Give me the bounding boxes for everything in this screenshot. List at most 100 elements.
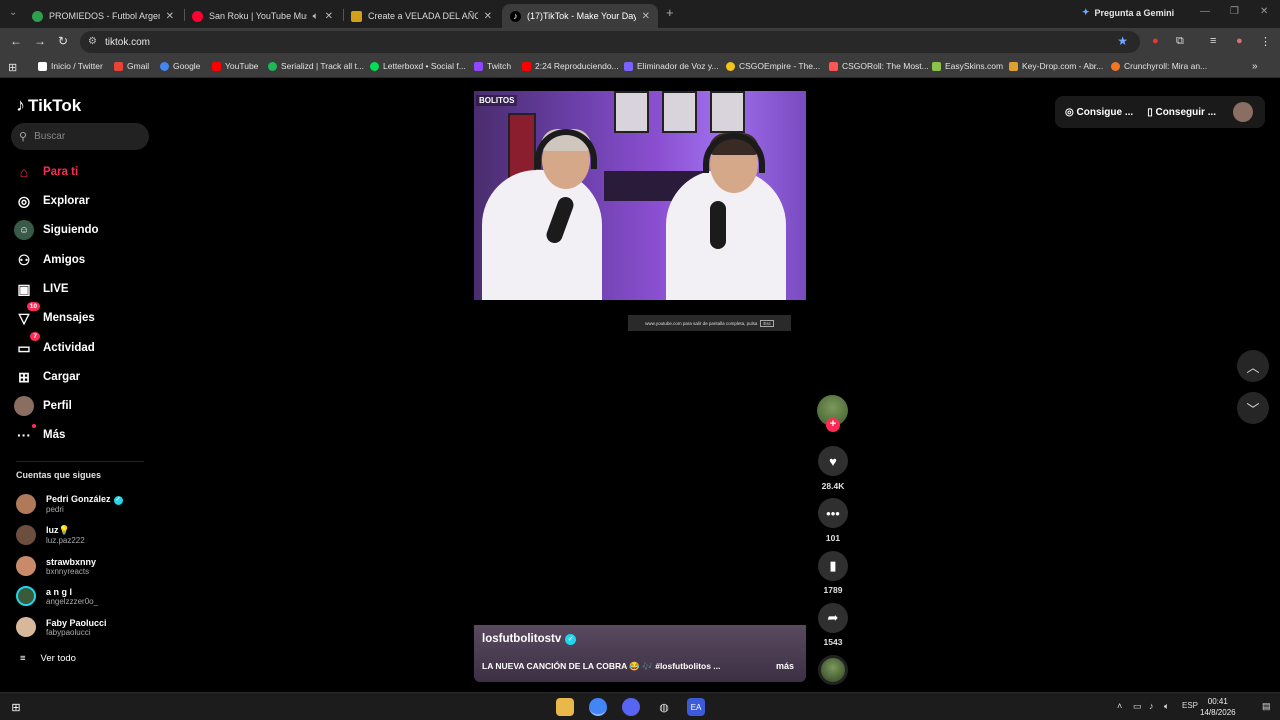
close-icon[interactable]: ✕ — [325, 11, 333, 22]
tab-youtube-music[interactable]: San Roku | YouTube Music 🔈︎ ✕ — [184, 4, 341, 28]
close-icon[interactable]: ✕ — [642, 11, 650, 22]
file-explorer-icon[interactable] — [556, 698, 574, 716]
bookmark-serializd[interactable]: Serializd | Track all t... — [268, 61, 364, 71]
new-tab-button[interactable]: + — [666, 5, 674, 20]
following-account[interactable]: luz💡 luz.paz222 — [16, 525, 85, 545]
tiktok-page: ♪ TikTok ⚲ Buscar ⌂ Para ti ◎ Explorar ☺… — [0, 78, 1280, 692]
forward-arrow-icon[interactable]: → — [34, 34, 46, 48]
back-arrow-icon[interactable]: ← — [10, 34, 22, 48]
video-player[interactable]: BOLITOS — [474, 91, 806, 300]
close-icon[interactable]: ✕ — [484, 11, 492, 22]
avatar — [16, 617, 36, 637]
steam-icon[interactable]: ◍ — [655, 698, 673, 716]
bookmark-icon[interactable]: ▮ — [818, 551, 848, 581]
tab-search-icon[interactable]: ⌄ — [9, 7, 17, 18]
x-logo-icon — [38, 61, 47, 71]
tab-create-velada[interactable]: Create a VELADA DEL AÑO #Pe ✕ — [343, 4, 500, 28]
following-account[interactable]: a n g l angelzzzer0o_ — [16, 586, 98, 606]
next-video-chevron-down-icon[interactable]: ﹀ — [1237, 392, 1269, 424]
share-arrow-icon[interactable]: ➦ — [818, 603, 848, 633]
gemini-button[interactable]: ✦ Pregunta a Gemini — [1082, 7, 1174, 18]
site-info-icon[interactable]: ⚙ — [88, 36, 97, 47]
profile-avatar-icon[interactable]: ● — [1236, 35, 1243, 47]
twitch-icon — [474, 61, 483, 71]
sidebar-item-live[interactable]: ▣ LIVE — [14, 279, 68, 299]
bookmark-crunchyroll[interactable]: Crunchyroll: Mira an... — [1111, 61, 1207, 71]
get-app-button[interactable]: ▯ Conseguir ... — [1147, 107, 1216, 118]
following-icon: ☺ — [14, 220, 34, 240]
bookmark-csgoempire[interactable]: CSGOEmpire - The... — [726, 61, 820, 71]
sidebar-item-cargar[interactable]: ⊞ Cargar — [14, 367, 80, 387]
window-close-button[interactable]: ✕ — [1260, 6, 1268, 17]
follow-plus-icon[interactable]: + — [826, 418, 840, 432]
sidebar-item-actividad[interactable]: ▭ 7 Actividad — [14, 332, 95, 358]
sidebar-item-mensajes[interactable]: ▽ 10 Mensajes — [14, 302, 95, 328]
previous-video-chevron-up-icon[interactable]: ︿ — [1237, 350, 1269, 382]
user-avatar[interactable] — [1233, 102, 1253, 122]
speaker-icon[interactable]: 🔈︎ — [313, 11, 319, 22]
chrome-icon[interactable] — [589, 698, 607, 716]
browser-toolbar: ← → ↻ ⚙ tiktok.com ★ ● ⧉ ≡ ● ⋮ — [0, 28, 1280, 56]
extensions-puzzle-icon[interactable]: ⧉ — [1176, 35, 1184, 48]
bookmark-easyskins[interactable]: EasySkins.com — [932, 61, 1003, 71]
bookmark-twitter[interactable]: Inicio / Twitter — [38, 61, 103, 71]
extension-icon[interactable]: ● — [1152, 35, 1159, 47]
minimize-button[interactable]: — — [1200, 6, 1210, 17]
discord-icon[interactable] — [622, 698, 640, 716]
bookmark-youtube-playing[interactable]: 2:24 Reproduciendo... — [522, 61, 619, 71]
verified-check-icon: ✓ — [113, 495, 123, 505]
author-name[interactable]: losfutbolitostv ✓ — [482, 633, 798, 645]
system-clock[interactable]: 00:41 14/8/2026 — [1200, 696, 1236, 718]
sidebar-item-explorar[interactable]: ◎ Explorar — [14, 191, 90, 211]
sidebar-item-perfil[interactable]: Perfil — [14, 396, 72, 416]
close-icon[interactable]: ✕ — [166, 11, 174, 22]
bookmark-google[interactable]: Google — [160, 61, 200, 71]
bookmark-star-icon[interactable]: ★ — [1117, 34, 1128, 48]
gemini-sparkle-icon: ✦ — [1082, 7, 1090, 17]
following-account[interactable]: Faby Paolucci fabypaolucci — [16, 617, 107, 637]
music-disc-icon[interactable] — [818, 655, 848, 685]
bookmark-youtube[interactable]: YouTube — [212, 61, 258, 71]
serializd-icon — [268, 61, 277, 71]
sidebar-item-para-ti[interactable]: ⌂ Para ti — [14, 162, 78, 182]
chrome-menu-icon[interactable]: ⋮ — [1260, 35, 1271, 48]
reload-icon[interactable]: ↻ — [58, 34, 68, 48]
tray-chevron-up-icon[interactable]: ˄ — [1117, 701, 1122, 711]
bookmark-csgoroll[interactable]: CSGORoll: The Most... — [829, 61, 929, 71]
notifications-icon[interactable]: ▤ — [1262, 701, 1271, 712]
bookmark-voice-remover[interactable]: Eliminador de Voz y... — [624, 61, 719, 71]
coin-icon: ◎ — [1065, 106, 1077, 118]
network-icon[interactable]: ▭ — [1133, 701, 1142, 712]
more-caption-button[interactable]: más — [776, 661, 794, 671]
more-bookmarks-icon[interactable]: » — [1252, 61, 1258, 72]
language-indicator[interactable]: ESP — [1182, 701, 1198, 710]
promiedos-favicon-icon — [32, 10, 43, 22]
letterboxd-icon — [370, 61, 379, 71]
get-coins-button[interactable]: ◎ Consigue ... — [1065, 107, 1133, 118]
sidebar-item-siguiendo[interactable]: ☺ Siguiendo — [14, 220, 99, 240]
microphone-icon[interactable]: ♪ — [1149, 701, 1154, 711]
like-heart-icon[interactable]: ♥ — [818, 446, 848, 476]
bookmark-gmail[interactable]: Gmail — [114, 61, 149, 71]
restore-button[interactable]: ❐ — [1230, 6, 1239, 17]
sidebar-item-mas[interactable]: ··· Más — [14, 424, 65, 445]
apps-grid-icon[interactable]: ⊞ — [8, 61, 17, 74]
tab-tiktok[interactable]: ♪ (17)TikTok - Make Your Day ✕ — [502, 4, 658, 28]
search-input[interactable]: ⚲ Buscar — [11, 123, 149, 150]
windows-start-icon[interactable]: ⊞ — [7, 698, 25, 716]
tiktok-logo[interactable]: ♪ TikTok — [16, 95, 81, 116]
bookmark-letterboxd[interactable]: Letterboxd • Social f... — [370, 61, 466, 71]
volume-icon[interactable]: 🔈︎ — [1164, 701, 1169, 712]
tab-promiedos[interactable]: PROMIEDOS - Futbol Argentino ✕ — [24, 4, 182, 28]
sidebar-item-amigos[interactable]: ⚇ Amigos — [14, 250, 85, 270]
avatar — [16, 494, 36, 514]
following-account[interactable]: strawbxnny bxnnyreacts — [16, 556, 96, 576]
bookmark-keydrop[interactable]: Key-Drop.com - Abr... — [1009, 61, 1103, 71]
address-bar[interactable]: ⚙ tiktok.com ★ — [80, 31, 1140, 53]
following-account[interactable]: Pedri González ✓ pedri — [16, 494, 123, 514]
media-control-icon[interactable]: ≡ — [1210, 35, 1216, 47]
comment-icon[interactable]: ••• — [818, 498, 848, 528]
bookmark-twitch[interactable]: Twitch — [474, 61, 511, 71]
ea-app-icon[interactable]: EA — [687, 698, 705, 716]
see-all-button[interactable]: ≡ Ver todo — [20, 653, 76, 664]
